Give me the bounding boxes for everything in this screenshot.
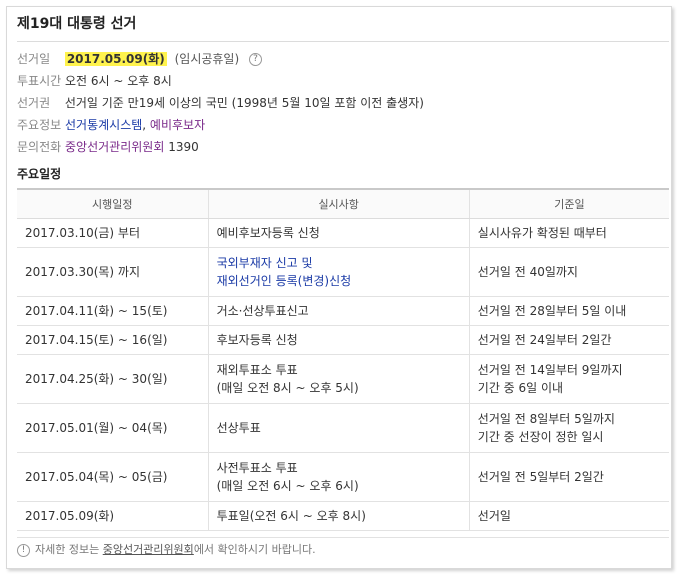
- info-row-main: 주요정보 선거통계시스템, 예비후보자: [17, 114, 669, 136]
- nec-link[interactable]: 중앙선거관리위원회: [65, 140, 164, 154]
- info-icon: !: [17, 543, 30, 557]
- row-date: 2017.03.10(금) 부터: [17, 218, 209, 248]
- main-info-label: 주요정보: [17, 118, 62, 132]
- header-date: 시행일정: [17, 188, 209, 219]
- footnote-prefix: 자세한 정보는: [35, 543, 103, 556]
- info-row-time: 투표시간 오전 6시 ~ 오후 8시: [17, 70, 669, 92]
- info-row-date: 선거일 2017.05.09(화) (임시공휴일) ?: [17, 48, 669, 70]
- row-date: 2017.05.09(화): [17, 501, 209, 531]
- help-icon[interactable]: ?: [249, 53, 262, 66]
- row-basis: 선거일 전 40일까지: [469, 247, 669, 297]
- info-row-right: 선거권 선거일 기준 만19세 이상의 국민 (1998년 5월 10일 포함 …: [17, 92, 669, 114]
- title-divider: [17, 41, 669, 42]
- table-row: 2017.03.30(목) 까지 국외부재자 신고 및 재외선거인 등록(변경)…: [17, 247, 669, 297]
- table-row: 2017.05.01(월) ~ 04(목) 선상투표 선거일 전 8일부터 5일…: [17, 403, 669, 453]
- election-stats-link[interactable]: 선거통계시스템: [65, 118, 142, 132]
- row-basis-line2: 기간 중 선장이 정한 일시: [477, 430, 604, 444]
- row-event: 거소·선상투표신고: [208, 296, 470, 326]
- main-info-separator: ,: [142, 118, 150, 132]
- footnote: ! 자세한 정보는 중앙선거관리위원회에서 확인하시기 바랍니다.: [17, 537, 669, 562]
- table-row: 2017.03.10(금) 부터 예비후보자등록 신청 실시사유가 확정된 때부…: [17, 218, 669, 248]
- row-event: 국외부재자 신고 및 재외선거인 등록(변경)신청: [208, 247, 470, 297]
- table-row: 2017.05.04(목) ~ 05(금) 사전투표소 투표 (매일 오전 6시…: [17, 452, 669, 502]
- row-date: 2017.03.30(목) 까지: [17, 247, 209, 297]
- row-event: 예비후보자등록 신청: [208, 218, 470, 248]
- overseas-voter-registration-link[interactable]: 재외선거인 등록(변경)신청: [217, 272, 461, 290]
- row-basis: 선거일 전 28일부터 5일 이내: [469, 296, 669, 326]
- row-basis: 선거일 전 14일부터 9일까지 기간 중 6일 이내: [469, 354, 669, 404]
- row-event: 후보자등록 신청: [208, 325, 470, 355]
- row-basis: 선거일 전 24일부터 2일간: [469, 325, 669, 355]
- row-event: 재외투표소 투표 (매일 오전 8시 ~ 오후 5시): [208, 354, 470, 404]
- row-basis-line2: 기간 중 6일 이내: [477, 381, 564, 395]
- phone-label: 문의전화: [17, 140, 62, 154]
- footnote-nec-link[interactable]: 중앙선거관리위원회: [103, 543, 194, 556]
- table-row: 2017.04.15(토) ~ 16(일) 후보자등록 신청 선거일 전 24일…: [17, 325, 669, 355]
- row-date: 2017.04.15(토) ~ 16(일): [17, 325, 209, 355]
- info-row-phone: 문의전화 중앙선거관리위원회 1390: [17, 136, 669, 158]
- row-basis: 실시사유가 확정된 때부터: [469, 218, 669, 248]
- schedule-header-row: 시행일정 실시사항 기준일: [17, 188, 669, 219]
- voting-right: 선거일 기준 만19세 이상의 국민 (1998년 5월 10일 포함 이전 출…: [64, 96, 424, 110]
- voting-time: 오전 6시 ~ 오후 8시: [65, 74, 172, 88]
- election-date: 2017.05.09(화): [64, 52, 167, 66]
- footnote-suffix: 에서 확인하시기 바랍니다.: [193, 543, 316, 556]
- election-card: 제19대 대통령 선거 선거일 2017.05.09(화) (임시공휴일) ? …: [17, 13, 669, 562]
- row-date: 2017.05.01(월) ~ 04(목): [17, 403, 209, 453]
- row-event: 선상투표: [208, 403, 470, 453]
- table-row: 2017.04.11(화) ~ 15(토) 거소·선상투표신고 선거일 전 28…: [17, 296, 669, 326]
- row-event-line2: (매일 오전 6시 ~ 오후 6시): [216, 479, 359, 493]
- overseas-absentee-link[interactable]: 국외부재자 신고 및: [217, 254, 461, 272]
- schedule-table: 시행일정 실시사항 기준일 2017.03.10(금) 부터 예비후보자등록 신…: [17, 188, 669, 531]
- table-row: 2017.05.09(화) 투표일(오전 6시 ~ 오후 8시) 선거일: [17, 501, 669, 531]
- row-event: 투표일(오전 6시 ~ 오후 8시): [208, 501, 470, 531]
- row-basis: 선거일 전 8일부터 5일까지 기간 중 선장이 정한 일시: [469, 403, 669, 453]
- preliminary-candidates-link[interactable]: 예비후보자: [150, 118, 205, 132]
- row-event: 사전투표소 투표 (매일 오전 6시 ~ 오후 6시): [208, 452, 470, 502]
- table-row: 2017.04.25(화) ~ 30(일) 재외투표소 투표 (매일 오전 8시…: [17, 354, 669, 404]
- row-basis: 선거일 전 5일부터 2일간: [469, 452, 669, 502]
- row-event-line1: 사전투표소 투표: [216, 461, 298, 475]
- header-basis: 기준일: [469, 188, 669, 219]
- holiday-note: (임시공휴일): [174, 52, 240, 66]
- row-basis: 선거일: [469, 501, 669, 531]
- phone-number: 1390: [168, 140, 199, 154]
- schedule-section-title: 주요일정: [17, 167, 62, 181]
- row-date: 2017.04.25(화) ~ 30(일): [17, 354, 209, 404]
- row-event-line1: 재외투표소 투표: [216, 363, 298, 377]
- row-basis-line1: 선거일 전 8일부터 5일까지: [477, 412, 615, 426]
- time-label: 투표시간: [17, 74, 62, 88]
- row-event-line2: (매일 오전 8시 ~ 오후 5시): [216, 381, 359, 395]
- row-date: 2017.05.04(목) ~ 05(금): [17, 452, 209, 502]
- election-title: 제19대 대통령 선거: [17, 16, 137, 32]
- date-label: 선거일: [17, 52, 51, 66]
- header-event: 실시사항: [208, 188, 470, 219]
- row-date: 2017.04.11(화) ~ 15(토): [17, 296, 209, 326]
- row-basis-line1: 선거일 전 14일부터 9일까지: [477, 363, 623, 377]
- right-label: 선거권: [17, 96, 51, 110]
- election-card-frame: 제19대 대통령 선거 선거일 2017.05.09(화) (임시공휴일) ? …: [6, 6, 672, 569]
